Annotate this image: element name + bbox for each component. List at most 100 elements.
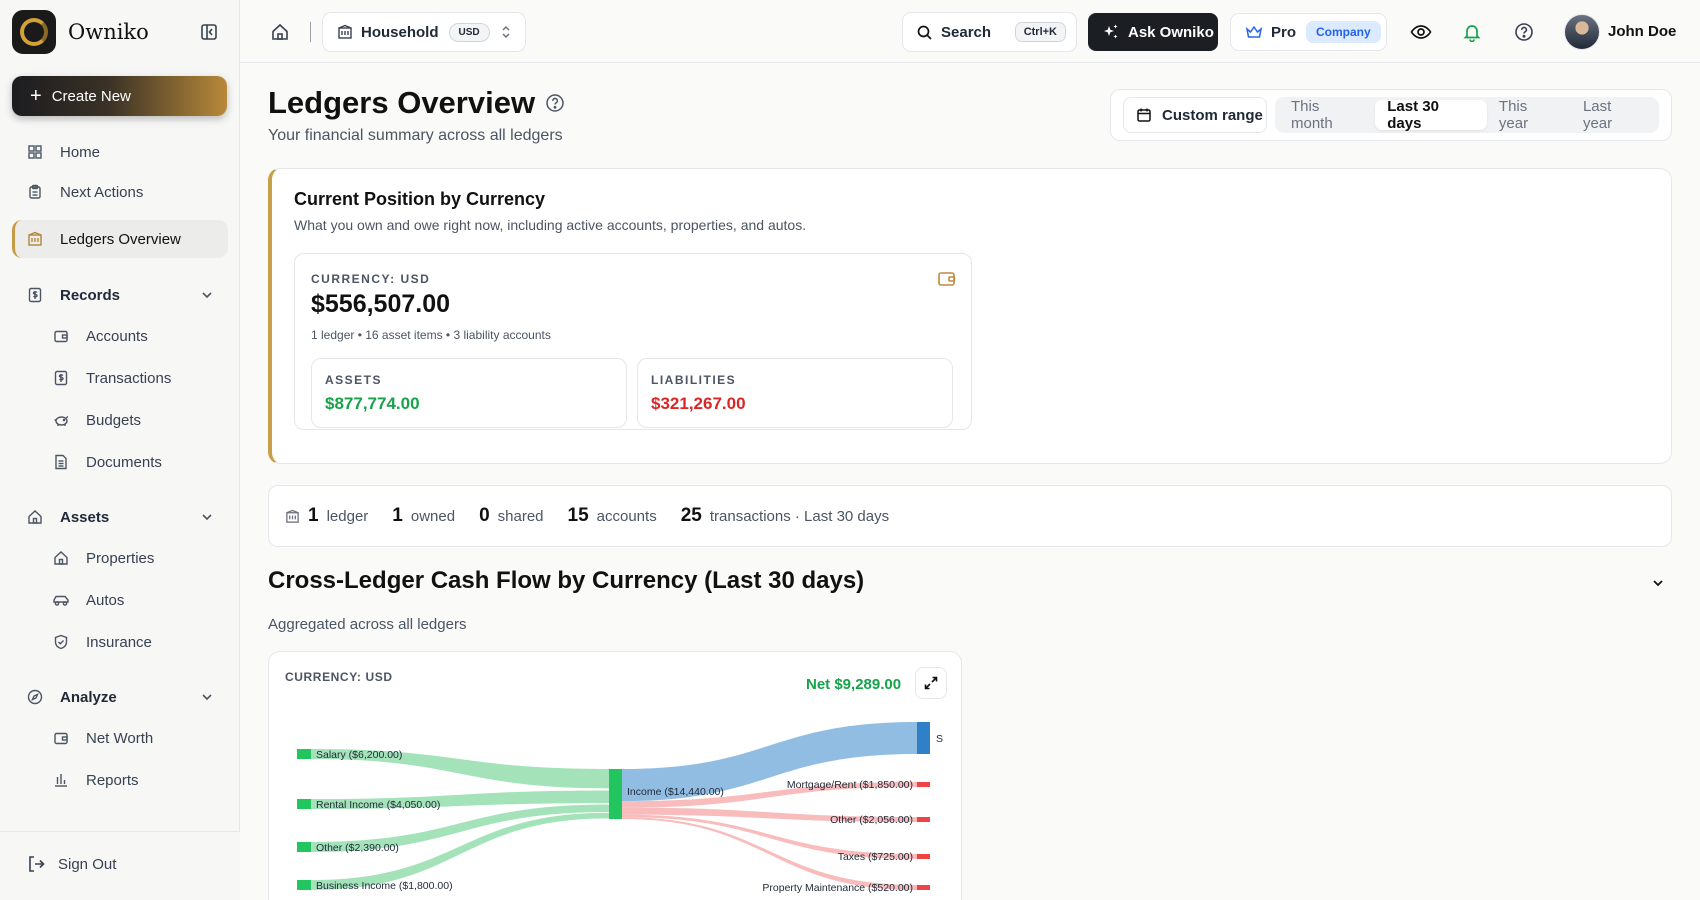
sidebar-item-label: Next Actions [60, 183, 144, 201]
stat-label: transactions · Last 30 days [709, 508, 890, 525]
dollar-doc-icon [28, 287, 42, 303]
stat-value: 1 [308, 505, 319, 526]
help-icon[interactable] [545, 93, 565, 113]
sankey-node-source [297, 880, 311, 890]
chevron-down-icon[interactable] [1650, 575, 1666, 591]
range-option-last-30-days[interactable]: Last 30 days [1375, 98, 1487, 132]
house-icon [54, 551, 68, 565]
shortcut-badge: Ctrl+K [1014, 22, 1066, 42]
custom-range-button[interactable]: Custom range [1123, 97, 1267, 133]
sankey-node-target [917, 722, 930, 754]
bar-chart-icon [55, 774, 67, 787]
sidebar-item-insurance[interactable]: Insurance [12, 623, 228, 661]
sidebar-item-label: Net Worth [86, 729, 154, 747]
sidebar-item-ledgers-overview[interactable]: Ledgers Overview [12, 220, 228, 258]
range-option-last-year[interactable]: Last year [1571, 98, 1655, 132]
stat-value: 1 [392, 505, 403, 526]
sidebar-item-label: Home [60, 143, 101, 161]
sidebar-item-budgets[interactable]: Budgets [12, 401, 228, 439]
household-selector[interactable]: Household USD [322, 12, 526, 52]
sankey-label-target: Property Maintenance ($520.00) [762, 882, 913, 894]
sidebar-item-reports[interactable]: Reports [12, 761, 228, 799]
cashflow-title: Cross-Ledger Cash Flow by Currency (Last… [268, 567, 865, 594]
search-button[interactable]: Search Ctrl+K [902, 12, 1077, 52]
sankey-node-target [917, 782, 930, 787]
expand-chart-button[interactable] [915, 667, 947, 699]
sidebar-section-label: Analyze [60, 688, 117, 706]
sidebar-item-net-worth[interactable]: Net Worth [12, 719, 228, 757]
range-option-this-year[interactable]: This year [1487, 98, 1571, 132]
sidebar-collapse-icon[interactable] [200, 23, 218, 41]
sankey-node-income [609, 769, 622, 819]
owniko-logo[interactable] [12, 10, 56, 54]
divider [310, 22, 311, 42]
create-new-button[interactable]: + Create New [12, 76, 227, 116]
sidebar-item-home[interactable]: Home [12, 133, 228, 171]
search-label: Search [941, 23, 992, 41]
house-icon [28, 510, 42, 524]
sidebar-item-documents[interactable]: Documents [12, 443, 228, 481]
chevron-down-icon [202, 292, 212, 299]
chart-net-value: Net $9,289.00 [806, 676, 902, 693]
stat-label: ledger [326, 508, 369, 525]
sidebar-item-accounts[interactable]: Accounts [12, 317, 228, 355]
expand-icon [924, 676, 938, 690]
car-icon [53, 595, 69, 606]
chevron-down-icon [202, 514, 212, 521]
eye-icon[interactable] [1410, 22, 1432, 42]
cashflow-chart-card: Salary ($6,200.00) Rental Income ($4,050.… [268, 651, 962, 900]
sidebar-item-label: Accounts [86, 327, 148, 345]
stat-transactions: 25 transactions · Last 30 days [681, 505, 889, 527]
wallet-icon [54, 330, 68, 343]
ask-owniko-button[interactable]: Ask Owniko [1088, 13, 1218, 51]
stat-label: shared [497, 508, 544, 525]
range-option-this-month[interactable]: This month [1279, 98, 1375, 132]
sidebar-item-autos[interactable]: Autos [12, 581, 228, 619]
bell-icon[interactable] [1462, 22, 1482, 42]
sidebar-item-properties[interactable]: Properties [12, 539, 228, 577]
cashflow-subtitle: Aggregated across all ledgers [268, 616, 467, 633]
position-meta: 1 ledger • 16 asset items • 3 liability … [311, 328, 551, 342]
sankey-label-target: S [936, 733, 943, 745]
sidebar-item-label: Transactions [86, 369, 172, 387]
topbar: Household USD Search Ctrl+K Ask Owniko P… [240, 0, 1700, 63]
chevron-down-icon [202, 694, 212, 701]
stat-value: 0 [479, 505, 490, 526]
sidebar-section-analyze[interactable]: Analyze [12, 678, 228, 716]
sankey-node-target [917, 854, 930, 859]
avatar[interactable] [1564, 14, 1600, 50]
date-range-panel: Custom range This month Last 30 days Thi… [1110, 89, 1672, 141]
chart-currency-label: CURRENCY: USD [285, 670, 393, 684]
sidebar-footer: Sign Out [0, 831, 240, 900]
sidebar-item-transactions[interactable]: Transactions [12, 359, 228, 397]
sankey-node-source [297, 842, 311, 852]
custom-range-label: Custom range [1162, 106, 1263, 124]
stat-label: owned [410, 508, 456, 525]
plan-badge-button[interactable]: Pro Company [1230, 13, 1387, 51]
section-subtitle: What you own and owe right now, includin… [294, 217, 807, 233]
sidebar: Owniko + Create New Home Next Actions Led… [0, 0, 240, 900]
create-new-label: Create New [51, 87, 131, 105]
main-content: Ledgers Overview Your financial summary … [240, 63, 1700, 900]
sidebar-section-records[interactable]: Records [12, 276, 228, 314]
stat-accounts: 15 accounts [568, 505, 657, 527]
user-name[interactable]: John Doe [1608, 23, 1676, 40]
stats-bar: 1 ledger 1 owned 0 shared 15 accounts 25 tran… [268, 485, 1672, 547]
help-icon[interactable] [1514, 22, 1534, 42]
sankey-label-source: Other ($2,390.00) [316, 842, 399, 854]
calendar-icon [1137, 108, 1151, 122]
household-label: Household [361, 23, 439, 41]
sign-out-button[interactable]: Sign Out [26, 854, 116, 874]
assets-value: $877,774.00 [325, 394, 420, 413]
plus-icon: + [30, 85, 42, 107]
page-subtitle: Your financial summary across all ledger… [268, 127, 563, 144]
document-icon [55, 454, 67, 470]
stat-owned: 1 owned [392, 505, 455, 527]
sankey-label-income: Income ($14,440.00) [627, 786, 724, 798]
home-icon[interactable] [270, 22, 290, 42]
currency-position-card[interactable]: CURRENCY: USD $556,507.00 1 ledger • 16 … [294, 253, 972, 430]
sidebar-item-next-actions[interactable]: Next Actions [12, 173, 228, 211]
building-icon [28, 231, 42, 246]
sidebar-section-label: Records [60, 286, 121, 304]
sidebar-section-assets[interactable]: Assets [12, 498, 228, 536]
